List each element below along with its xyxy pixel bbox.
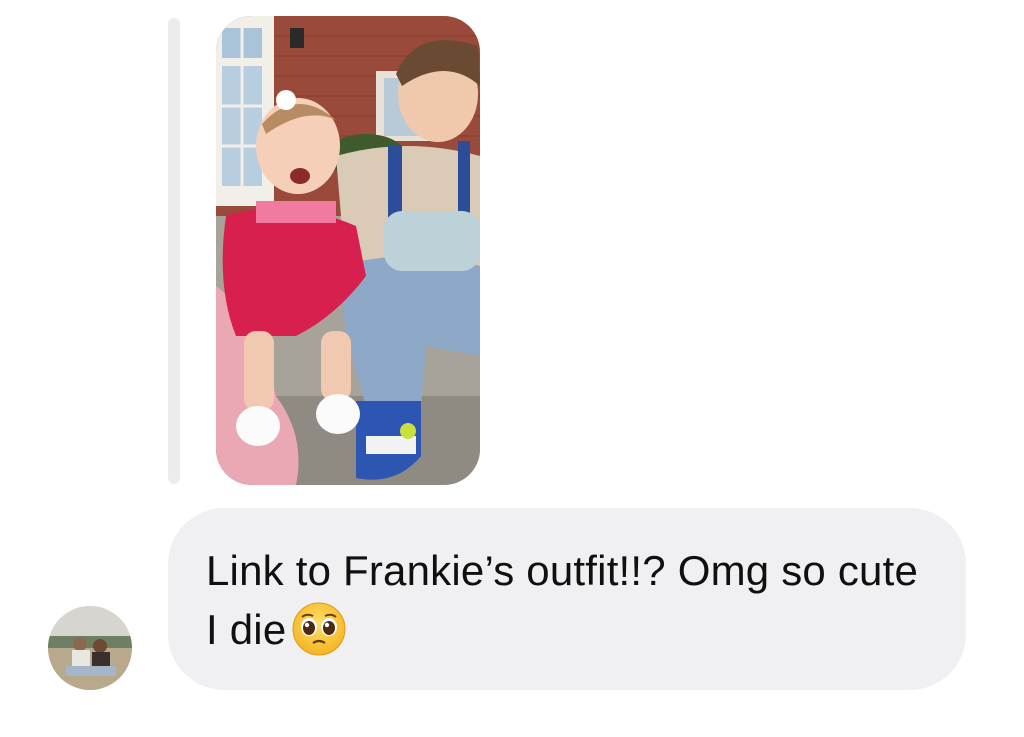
avatar-image [48, 606, 132, 690]
sender-avatar[interactable] [48, 606, 132, 690]
pleading-face-emoji-icon [292, 602, 346, 656]
message-text: Link to Frankie’s outfit!!? Omg so cute … [206, 542, 928, 659]
shared-photo[interactable] [216, 16, 480, 485]
reply-quote-bar [168, 18, 180, 484]
message-bubble[interactable]: Link to Frankie’s outfit!!? Omg so cute … [168, 508, 966, 690]
photo-image [216, 16, 480, 485]
